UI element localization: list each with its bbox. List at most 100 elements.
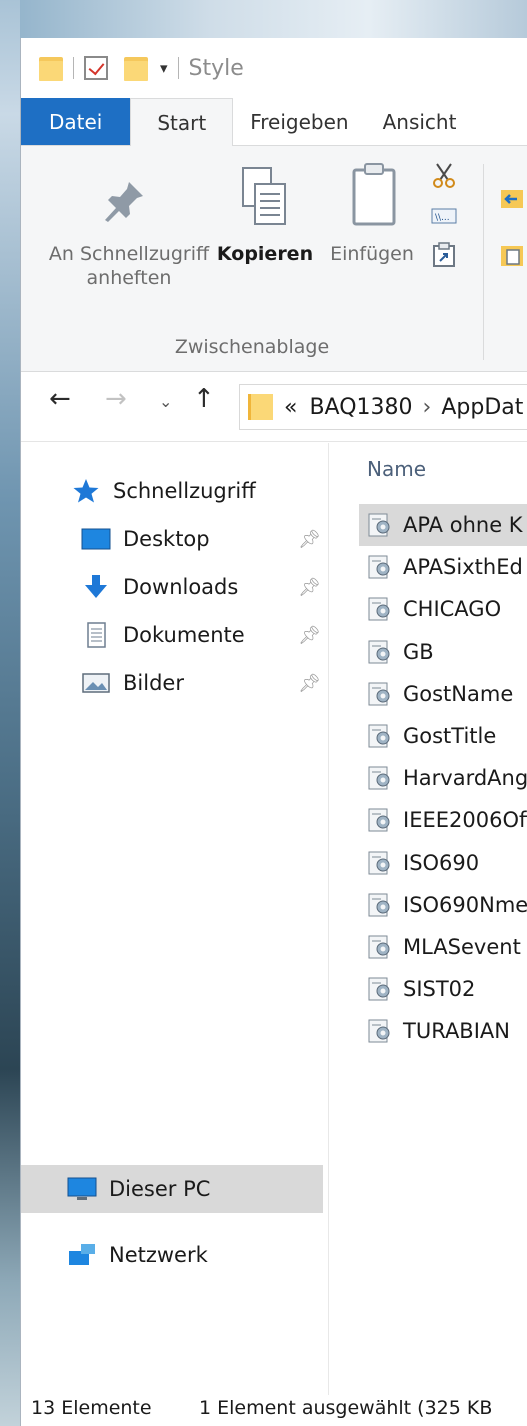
style-file-icon bbox=[368, 513, 390, 537]
nav-network[interactable]: Netzwerk bbox=[67, 1233, 307, 1277]
style-file-icon bbox=[368, 597, 390, 621]
computer-icon bbox=[67, 1177, 97, 1200]
desktop-wallpaper-left bbox=[0, 0, 20, 1426]
nav-label: Downloads bbox=[123, 575, 239, 599]
status-bar: 13 Elemente 1 Element ausgewählt (325 KB bbox=[21, 1395, 527, 1426]
style-file-icon bbox=[368, 808, 390, 832]
style-file-icon bbox=[368, 851, 390, 875]
file-row[interactable]: ISO690 bbox=[359, 842, 527, 884]
tab-start[interactable]: Start bbox=[130, 98, 234, 146]
svg-text:\\...: \\... bbox=[435, 213, 450, 223]
breadcrumb-overflow[interactable]: « bbox=[284, 395, 297, 420]
file-row[interactable]: IEEE2006Off bbox=[359, 799, 527, 841]
file-name: GB bbox=[403, 639, 434, 664]
tab-share[interactable]: Freigeben bbox=[233, 98, 365, 145]
paste-shortcut-icon[interactable] bbox=[431, 242, 457, 268]
file-row[interactable]: HarvardAng bbox=[359, 757, 527, 799]
title-bar: ▾ Style bbox=[21, 38, 527, 98]
forward-arrow-icon[interactable]: → bbox=[105, 386, 127, 412]
breadcrumb-separator[interactable]: › bbox=[423, 395, 432, 420]
tab-view[interactable]: Ansicht bbox=[366, 98, 474, 145]
file-row[interactable]: MLASevent bbox=[359, 926, 527, 968]
copy-label: Kopieren bbox=[216, 243, 314, 265]
item-count: 13 Elemente bbox=[31, 1397, 152, 1419]
back-arrow-icon[interactable]: ← bbox=[49, 386, 71, 412]
file-explorer-window: ▾ Style Datei Start Freigeben Ansicht An… bbox=[20, 38, 527, 1426]
style-file-icon bbox=[368, 766, 390, 790]
folder-icon bbox=[248, 394, 273, 420]
nav-quick-access[interactable]: Schnellzugriff bbox=[71, 469, 311, 513]
nav-label: Dokumente bbox=[123, 623, 245, 647]
file-row[interactable]: TURABIAN bbox=[359, 1010, 527, 1052]
file-name: ISO690 bbox=[403, 850, 480, 875]
nav-label: Desktop bbox=[123, 527, 210, 551]
copy-path-icon[interactable]: \\... bbox=[431, 206, 457, 226]
style-file-icon bbox=[368, 977, 390, 1001]
window-title: Style bbox=[188, 55, 244, 81]
file-name: MLASevent bbox=[403, 935, 521, 959]
paste-icon bbox=[352, 163, 396, 226]
file-name: GostName bbox=[403, 681, 514, 706]
star-icon bbox=[73, 479, 99, 503]
navigation-bar: ← → ⌄ ↑ « BAQ1380 › AppDat bbox=[21, 372, 527, 442]
ribbon-group-separator bbox=[483, 164, 484, 360]
file-name: GostTitle bbox=[403, 724, 497, 748]
folder-icon bbox=[39, 55, 63, 81]
file-row[interactable]: SIST02 bbox=[359, 968, 527, 1010]
new-folder-icon[interactable] bbox=[124, 55, 148, 81]
nav-label: Bilder bbox=[123, 671, 184, 695]
documents-icon bbox=[87, 622, 106, 648]
ribbon-body: An Schnellzugriff anheften Kopieren Einf… bbox=[21, 146, 527, 372]
pin-icon: 📌︎ bbox=[298, 528, 321, 550]
paste-label: Einfügen bbox=[330, 243, 414, 265]
nav-label: Dieser PC bbox=[109, 1177, 211, 1201]
nav-documents[interactable]: Dokumente 📌︎ bbox=[81, 613, 321, 657]
toolbar-separator bbox=[177, 57, 179, 79]
column-header-name[interactable]: Name bbox=[367, 457, 426, 481]
file-name: APA ohne K bbox=[403, 513, 523, 537]
toolbar-separator bbox=[73, 57, 74, 79]
nav-downloads[interactable]: Downloads 📌︎ bbox=[81, 565, 321, 609]
up-arrow-icon[interactable]: ↑ bbox=[193, 386, 215, 412]
nav-label: Schnellzugriff bbox=[113, 479, 256, 503]
file-row[interactable]: GostTitle bbox=[359, 715, 527, 757]
file-name: HarvardAng bbox=[403, 766, 527, 791]
file-name: CHICAGO bbox=[403, 597, 502, 622]
file-row[interactable]: APA ohne K bbox=[359, 504, 527, 546]
pin-label-line2: anheften bbox=[86, 267, 172, 289]
pin-icon: 📌︎ bbox=[298, 576, 321, 598]
file-row[interactable]: CHICAGO bbox=[359, 588, 527, 630]
desktop-icon bbox=[81, 528, 111, 550]
properties-icon[interactable] bbox=[84, 56, 108, 80]
pin-icon: 📌︎ bbox=[298, 672, 321, 694]
selection-info: 1 Element ausgewählt (325 KB bbox=[199, 1397, 493, 1419]
pin-icon: 📌︎ bbox=[298, 624, 321, 646]
address-bar[interactable]: « BAQ1380 › AppDat bbox=[239, 384, 527, 430]
recent-locations-chevron-icon[interactable]: ⌄ bbox=[159, 394, 172, 410]
file-row[interactable]: ISO690Nme bbox=[359, 884, 527, 926]
nav-this-pc[interactable]: Dieser PC bbox=[21, 1165, 323, 1213]
cut-icon[interactable] bbox=[431, 162, 457, 188]
breadcrumb-item[interactable]: AppDat bbox=[441, 395, 523, 420]
nav-pictures[interactable]: Bilder 📌︎ bbox=[81, 661, 321, 705]
move-to-icon[interactable] bbox=[499, 184, 525, 210]
tab-file[interactable]: Datei bbox=[21, 98, 131, 145]
nav-desktop[interactable]: Desktop 📌︎ bbox=[81, 517, 321, 561]
style-file-icon bbox=[368, 1019, 390, 1043]
nav-label: Netzwerk bbox=[109, 1243, 208, 1267]
customize-quick-access-icon[interactable]: ▾ bbox=[160, 61, 168, 76]
copy-to-icon[interactable] bbox=[499, 242, 525, 268]
style-file-icon bbox=[368, 640, 390, 664]
file-row[interactable]: GB bbox=[359, 631, 527, 673]
style-file-icon bbox=[368, 893, 390, 917]
pictures-icon bbox=[82, 673, 110, 693]
file-name: ISO690Nme bbox=[403, 892, 527, 917]
style-file-icon bbox=[368, 724, 390, 748]
file-row[interactable]: GostName bbox=[359, 673, 527, 715]
breadcrumb-item[interactable]: BAQ1380 bbox=[309, 395, 412, 420]
copy-icon bbox=[242, 167, 286, 225]
downloads-icon bbox=[85, 575, 107, 598]
file-row[interactable]: APASixthEd bbox=[359, 546, 527, 588]
file-name: APASixthEd bbox=[403, 555, 523, 580]
ribbon-tabs: Datei Start Freigeben Ansicht bbox=[21, 98, 527, 146]
